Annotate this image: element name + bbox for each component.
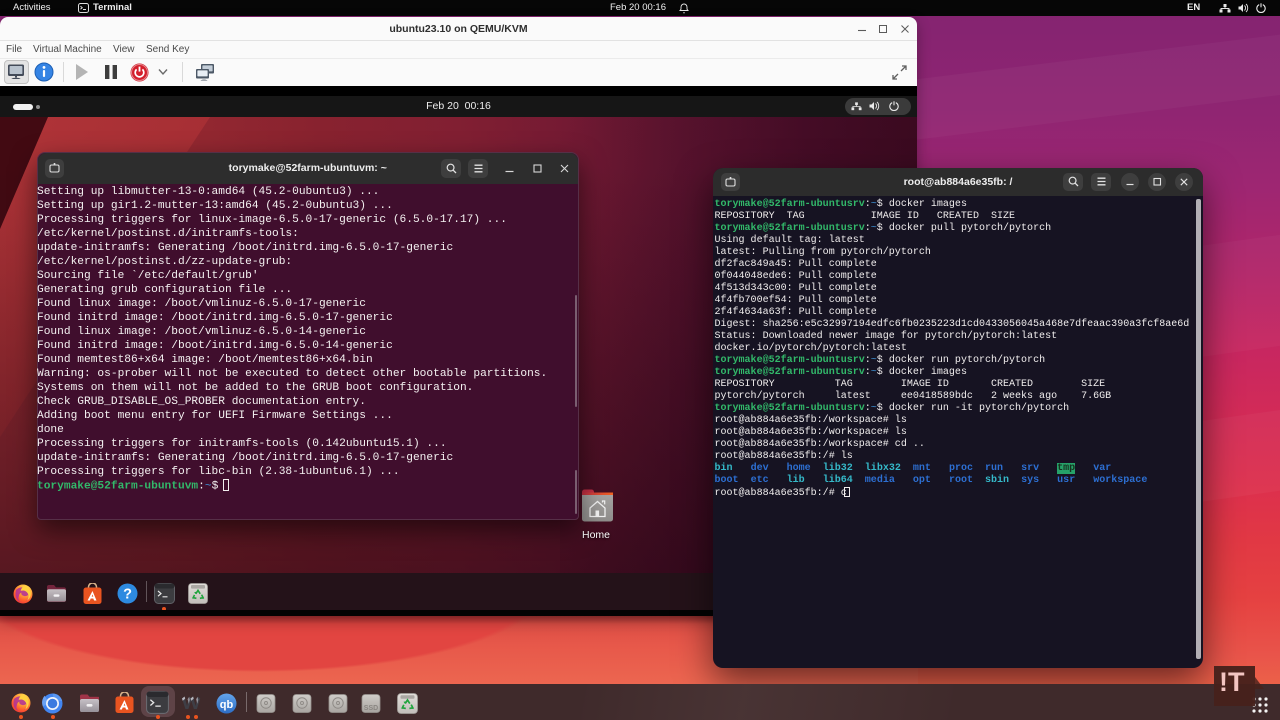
svg-text:qb: qb	[220, 699, 234, 711]
svg-text:?: ?	[123, 587, 132, 603]
svg-text:SSD: SSD	[364, 705, 378, 712]
